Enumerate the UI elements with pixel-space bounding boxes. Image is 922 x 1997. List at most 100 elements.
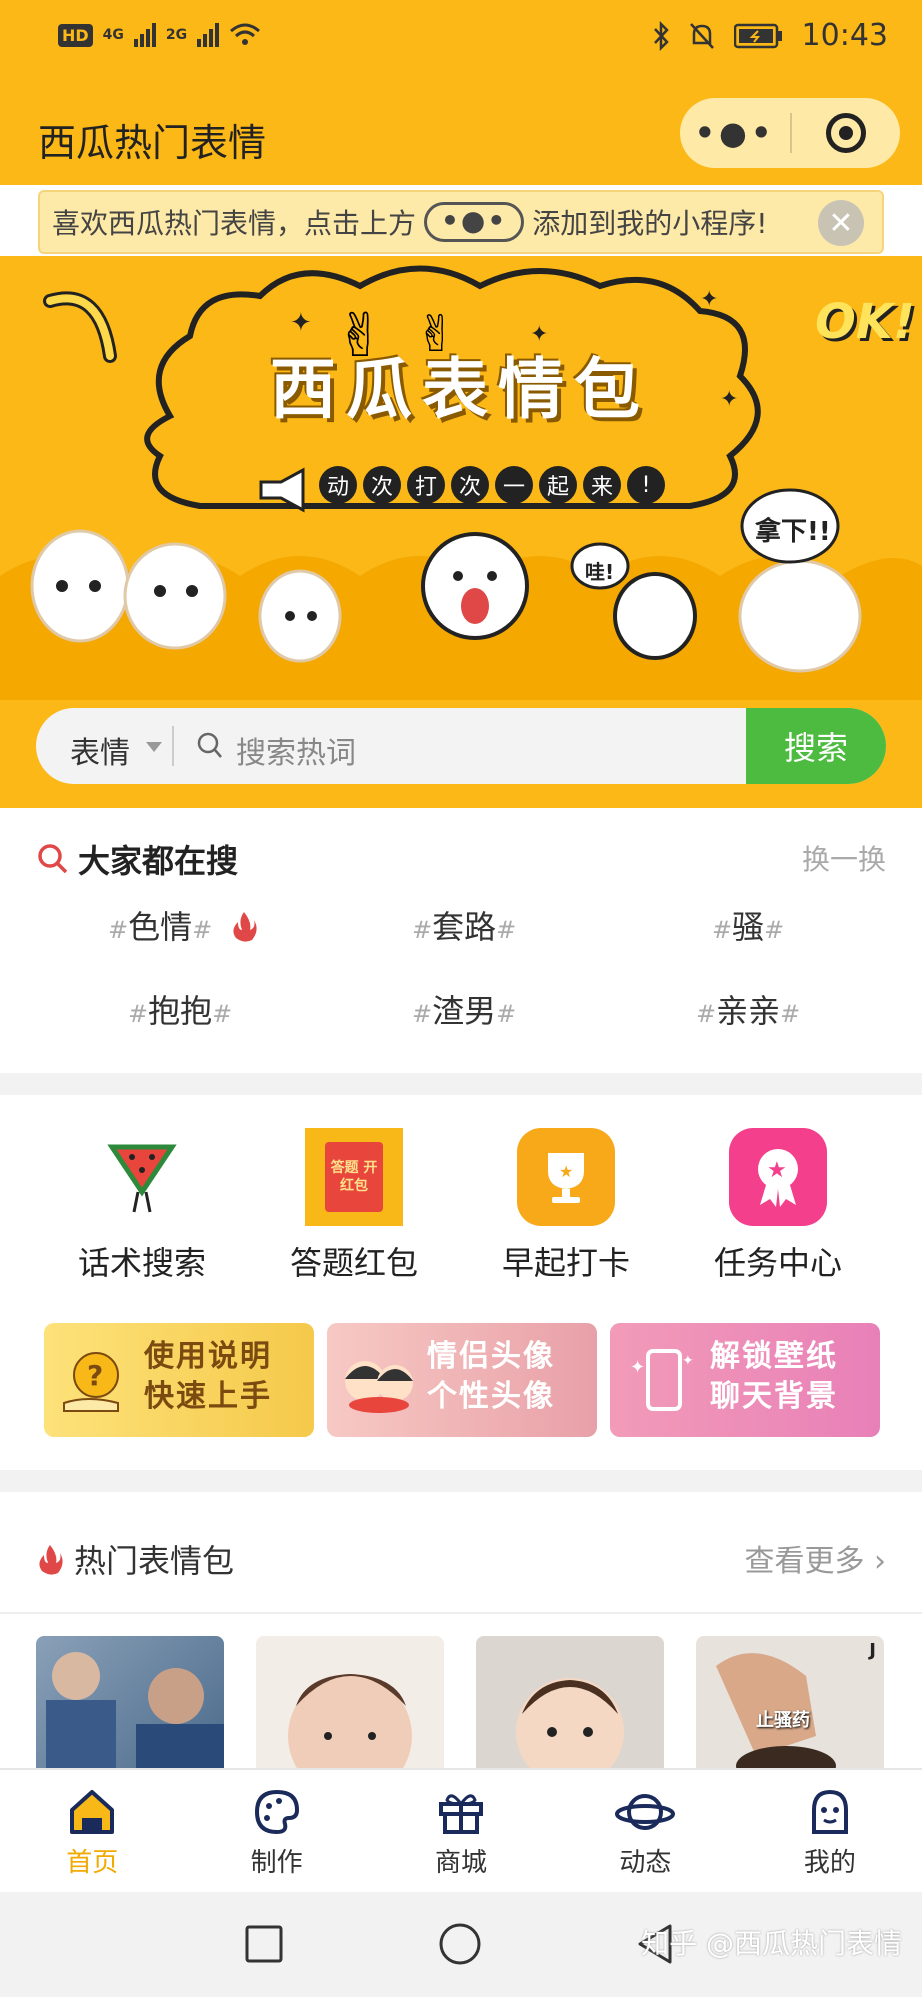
wallpaper-card[interactable]: ✦ ✦ 解锁壁纸 聊天背景	[610, 1323, 880, 1437]
close-mini-program-button[interactable]	[792, 113, 900, 153]
tab-me[interactable]: 我的	[738, 1770, 922, 1892]
fire-icon	[39, 1545, 63, 1575]
card-line1: 解锁壁纸	[710, 1339, 838, 1374]
section-gap	[0, 1470, 922, 1492]
feature-label: 任务中心	[713, 1244, 842, 1282]
tip-dots-pill: •●•	[424, 202, 525, 242]
close-icon: ✕	[828, 205, 854, 241]
keyword-text: 亲亲	[716, 992, 781, 1030]
popular-packs-section: 热门表情包 查看更多 › 止骚药 J	[0, 1492, 922, 1812]
keyword-text: 抱抱	[148, 992, 213, 1030]
search-area: 表情 搜索热词 搜索	[0, 700, 922, 808]
add-to-my-mini-programs-tip: 喜欢西瓜热门表情，点击上方 •●• 添加到我的小程序! ✕	[38, 190, 884, 254]
target-icon	[826, 113, 866, 153]
keyword-tag[interactable]: #亲亲#	[696, 986, 800, 1032]
trophy-icon: ★	[517, 1128, 615, 1226]
keyword-tag[interactable]: #渣男#	[412, 986, 516, 1032]
slogan-char: 来	[583, 466, 621, 504]
popular-header: 热门表情包	[36, 1536, 234, 1582]
pack-thumbnail[interactable]: 止骚药 J	[696, 1636, 884, 1776]
svg-text:★: ★	[767, 1158, 787, 1183]
promo-banner[interactable]: ✦ ✦ ✦ ✦ ✌ ✌ 西瓜表情包 动 次 打 次 一 起 来 ! OK! 哇!…	[0, 256, 922, 710]
svg-text:✦: ✦	[700, 287, 718, 312]
thumbnail-image	[46, 1652, 224, 1776]
red-envelope-icon-text: 答题 开红包	[325, 1142, 383, 1212]
tab-home[interactable]: 首页	[0, 1770, 184, 1892]
more-menu-button[interactable]: •●•	[680, 114, 790, 152]
question-hand-icon: ?	[63, 1352, 119, 1412]
feature-early-checkin[interactable]: ★ 早起打卡	[466, 1128, 666, 1284]
keyword-tag[interactable]: #套路#	[412, 902, 516, 948]
home-icon	[70, 1790, 115, 1834]
tab-label: 制作	[250, 1848, 303, 1878]
svg-text:✦: ✦	[290, 308, 312, 338]
search-red-icon	[38, 844, 68, 874]
naxia-sticker: 拿下!!	[755, 517, 831, 547]
section-gap	[0, 1073, 922, 1095]
fire-icon	[233, 912, 257, 942]
bottom-tab-bar: 首页 制作 商城 动态 我的	[0, 1768, 922, 1892]
refresh-button[interactable]: 换一换	[802, 838, 886, 878]
search-icon	[197, 732, 222, 758]
hot-search-header: 大家都在搜	[36, 836, 238, 882]
card-line1: 使用说明	[144, 1339, 272, 1374]
tab-feed[interactable]: 动态	[553, 1770, 737, 1892]
home-nav-icon[interactable]	[438, 1922, 482, 1966]
recent-apps-icon[interactable]	[244, 1924, 284, 1964]
slogan-char: 次	[451, 466, 489, 504]
pack-thumbnail[interactable]	[476, 1636, 664, 1776]
hot-search-section: 大家都在搜 换一换 #色情# #套路# #骚# #抱抱# #渣男# #亲亲#	[0, 808, 922, 1073]
slogan-char: 动	[319, 466, 357, 504]
tab-label: 首页	[66, 1848, 119, 1878]
keyword-tag[interactable]: #抱抱#	[128, 986, 232, 1032]
battery-icon	[733, 23, 782, 48]
tab-label: 动态	[619, 1848, 672, 1878]
tab-make[interactable]: 制作	[184, 1770, 368, 1892]
palette-icon	[254, 1789, 299, 1835]
signal-2g: 2G	[165, 27, 188, 43]
phone-wallpaper-icon: ✦ ✦	[630, 1349, 694, 1411]
slogan-char: !	[627, 466, 665, 504]
gift-icon	[439, 1794, 484, 1834]
search-input[interactable]: 搜索热词	[236, 728, 356, 772]
caret-down-icon	[146, 742, 162, 752]
card-line2: 快速上手	[144, 1379, 272, 1414]
couple-avatar-card[interactable]: 情侣头像 个性头像	[327, 1323, 597, 1437]
feature-script-search[interactable]: 话术搜索	[42, 1128, 242, 1284]
ribbon-star-icon: ★	[729, 1128, 827, 1226]
card-line1: 情侣头像	[427, 1339, 555, 1374]
tab-mall[interactable]: 商城	[369, 1770, 553, 1892]
instructions-card[interactable]: ? 使用说明 快速上手	[44, 1323, 314, 1437]
pack-thumbnail[interactable]	[256, 1636, 444, 1776]
search-category-select[interactable]: 表情	[70, 728, 130, 772]
close-tip-button[interactable]: ✕	[818, 200, 864, 246]
mute-bell-icon	[689, 22, 714, 49]
feature-quiz-red-envelope[interactable]: 答题 开红包 答题红包	[254, 1128, 454, 1284]
keyword-tag[interactable]: #色情#	[108, 902, 258, 948]
hd-badge: HD	[58, 23, 93, 47]
thumbnail-image	[288, 1674, 412, 1776]
status-bar: HD 4G 2G 10:43	[0, 0, 922, 80]
tip-text-before: 喜欢西瓜热门表情，点击上方	[52, 207, 417, 240]
banner-slogan: 动 次 打 次 一 起 来 !	[255, 466, 665, 514]
slogan-char: 一	[495, 466, 533, 504]
couple-avatar-icon	[345, 1361, 413, 1413]
slogan-char: 打	[407, 466, 445, 504]
signal-bars-icon	[133, 23, 156, 47]
clock: 10:43	[801, 18, 888, 53]
title-bar: 西瓜热门表情 •●•	[0, 80, 922, 185]
keyword-tag[interactable]: #骚#	[712, 902, 784, 948]
pack-thumbnail[interactable]	[36, 1636, 224, 1776]
view-more-link[interactable]: 查看更多 ›	[744, 1536, 886, 1580]
watermelon-icon	[93, 1128, 191, 1226]
keyword-text: 骚	[732, 908, 765, 946]
thumbnail-caption: 止骚药	[756, 1710, 810, 1731]
feature-label: 早起打卡	[501, 1244, 630, 1282]
slogan-char: 次	[363, 466, 401, 504]
feature-label: 话术搜索	[77, 1244, 206, 1282]
red-envelope-icon: 答题 开红包	[305, 1128, 403, 1226]
feature-task-center[interactable]: ★ 任务中心	[678, 1128, 878, 1284]
search-divider	[172, 726, 174, 766]
tab-label: 商城	[435, 1848, 488, 1878]
search-button[interactable]: 搜索	[746, 708, 886, 784]
